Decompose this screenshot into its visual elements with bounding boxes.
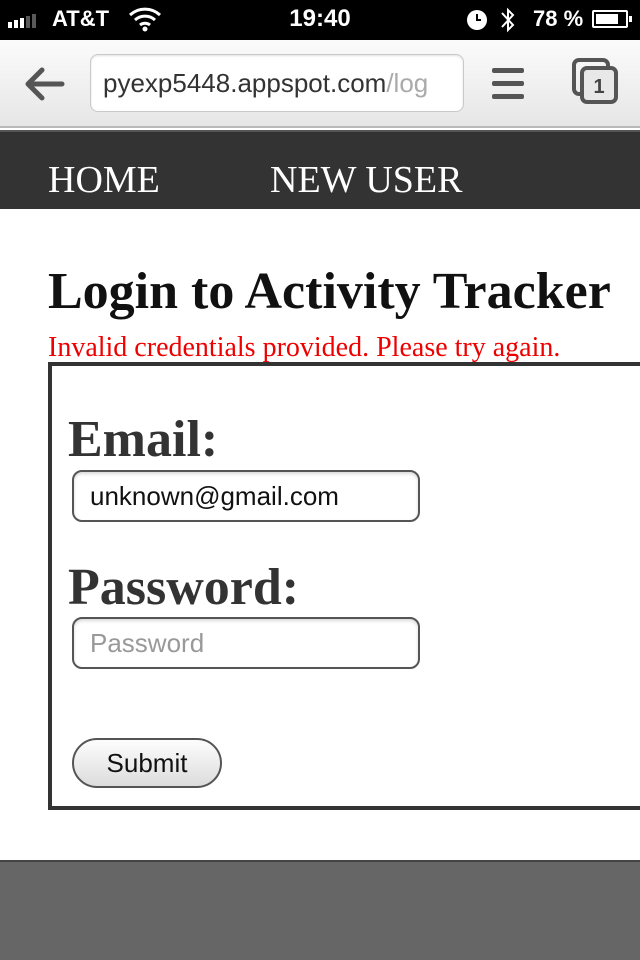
tabs-icon[interactable]: 1 [570, 58, 620, 108]
address-bar[interactable]: pyexp5448.appspot.com/log [90, 54, 464, 112]
error-message: Invalid credentials provided. Please try… [48, 332, 561, 363]
url-host: pyexp5448.appspot.com [103, 67, 387, 98]
site-nav: HOME NEW USER [0, 130, 640, 209]
submit-button[interactable]: Submit [72, 738, 222, 788]
password-label: Password: [68, 559, 300, 616]
login-form: Email: Password: Submit [48, 362, 640, 810]
tabs-graphic: 1 [572, 58, 618, 104]
email-label: Email: [68, 411, 219, 468]
url-path: /log [386, 67, 429, 98]
email-field[interactable] [72, 470, 420, 522]
menu-icon[interactable] [490, 64, 526, 104]
bluetooth-icon [501, 7, 515, 33]
nav-home-link[interactable]: HOME [48, 158, 160, 202]
tab-count: 1 [593, 76, 604, 98]
back-arrow-icon[interactable] [22, 62, 66, 106]
password-field[interactable] [72, 617, 420, 669]
nav-new-user-link[interactable]: NEW USER [270, 158, 462, 202]
browser-toolbar: pyexp5448.appspot.com/log 1 [0, 40, 640, 128]
status-bar: AT&T 19:40 78 % [0, 0, 640, 40]
battery-percent: 78 % [533, 6, 584, 31]
page-footer [0, 860, 640, 960]
page-title: Login to Activity Tracker [48, 263, 611, 320]
alarm-clock-icon [467, 10, 487, 30]
battery-icon [592, 10, 632, 28]
